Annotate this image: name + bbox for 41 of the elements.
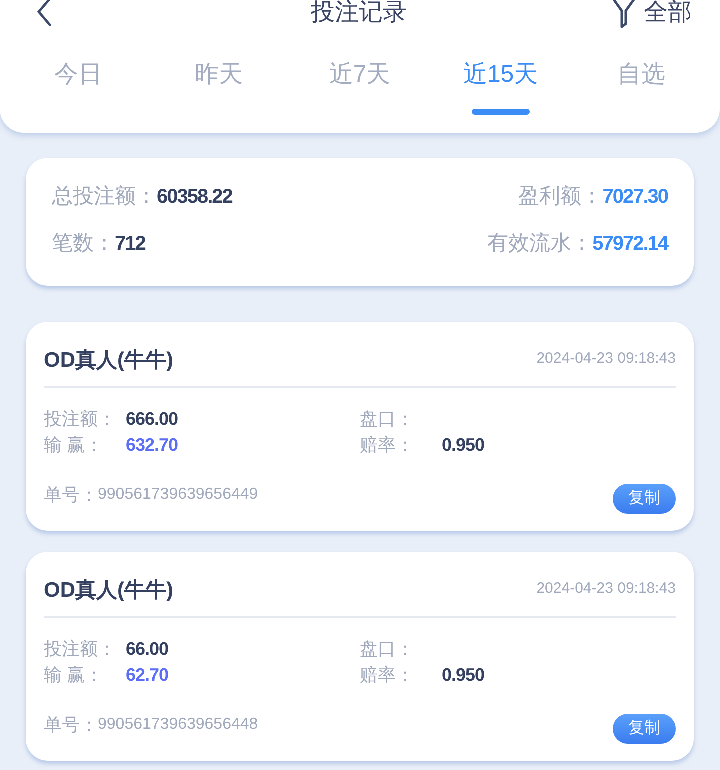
stat-value: 57972.14 xyxy=(592,232,668,257)
stat-label: 有效流水： xyxy=(488,231,593,258)
tab[interactable]: 近15天 xyxy=(430,59,572,115)
tab[interactable]: 今日 xyxy=(8,59,149,115)
field-label: 输 赢： xyxy=(44,664,104,687)
tab[interactable]: 自选 xyxy=(571,59,712,115)
field-value: 0.950 xyxy=(442,434,485,457)
game-name: OD真人(牛牛) xyxy=(44,578,174,604)
stat-label: 盈利额： xyxy=(518,184,603,210)
order-number: 990561739639656449 xyxy=(98,485,258,505)
game-name: OD真人(牛牛) xyxy=(44,348,174,374)
copy-button[interactable]: 复制 xyxy=(613,714,676,744)
field-label: 赔率： xyxy=(360,664,415,687)
order-label: 单号： xyxy=(44,484,98,506)
back-icon[interactable] xyxy=(36,0,52,28)
tab[interactable]: 昨天 xyxy=(148,59,290,115)
page-title: 投注记录 xyxy=(310,0,407,28)
field-label: 盘口： xyxy=(360,638,415,661)
field-value: 666.00 xyxy=(126,408,178,431)
funnel-icon xyxy=(610,0,638,29)
stat-label: 总投注额： xyxy=(52,184,157,210)
bet-time: 2024-04-23 09:18:43 xyxy=(536,579,676,599)
stat-value: 7027.30 xyxy=(602,185,668,210)
field-label: 投注额： xyxy=(44,638,117,661)
order-number: 990561739639656448 xyxy=(98,715,258,735)
field-value: 0.950 xyxy=(442,664,485,687)
stat-value: 60358.22 xyxy=(157,185,232,210)
tab[interactable]: 近7天 xyxy=(290,59,430,115)
field-label: 输 赢： xyxy=(44,434,104,457)
field-label: 盘口： xyxy=(360,408,415,431)
stat-label: 笔数： xyxy=(52,231,115,258)
field-value: 66.00 xyxy=(126,638,169,661)
field-label: 赔率： xyxy=(360,434,415,457)
order-label: 单号： xyxy=(44,714,98,736)
bet-time: 2024-04-23 09:18:43 xyxy=(536,349,676,369)
copy-button[interactable]: 复制 xyxy=(613,484,676,514)
field-value: 632.70 xyxy=(126,434,178,457)
field-label: 投注额： xyxy=(44,408,117,431)
stat-value: 712 xyxy=(115,232,146,257)
field-value: 62.70 xyxy=(126,664,169,687)
filter-button[interactable]: 全部 xyxy=(610,0,692,31)
